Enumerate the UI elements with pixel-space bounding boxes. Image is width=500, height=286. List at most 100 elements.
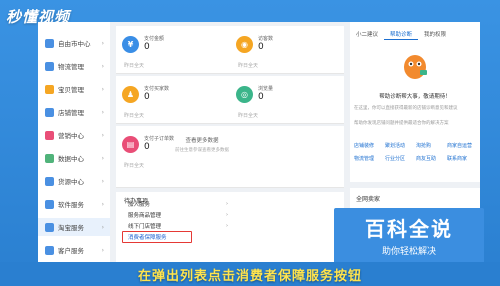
chevron-right-icon: › [101,108,104,116]
megaphone-icon [45,130,54,140]
menu-item-label: 线下门店管理 [128,223,162,230]
service-icon [45,222,54,232]
rank-title: 全网卖家 [356,196,381,203]
sidebar-item-data[interactable]: 数据中心 › [38,149,110,167]
chevron-right-icon: › [226,222,228,229]
stat-pageviews[interactable]: ◎ 浏览量 0 昨日全天 [230,84,340,120]
menu-item-join-service[interactable]: 加入服务 › [122,198,232,209]
mascot-icon [404,55,427,79]
highlight-box [122,231,192,243]
sidebar-item-label: 软件服务 [58,201,84,209]
sidebar-item-label: 客户服务 [58,247,84,255]
chevron-right-icon: › [101,246,104,254]
customer-icon [45,245,54,255]
buyer-icon: ♟ [122,86,139,103]
stat-visitors[interactable]: ◉ 访客数 0 昨日全天 [230,34,340,70]
badge-title: 百科全说 [365,217,453,241]
stat-label: 支付买家数 [144,86,170,92]
sidebar-item-label: 店铺管理 [58,109,84,117]
sidebar-item-label: 淘宝服务 [58,224,84,232]
stat-payment-amount[interactable]: ¥ 支付金额 0 昨日全天 [116,34,226,70]
chevron-right-icon: › [101,39,104,47]
chevron-right-icon: › [101,62,104,70]
sidebar-item-logistics[interactable]: 物流管理 › [38,57,110,75]
stat-label: 支付金额 [144,36,165,42]
sidebar-item-label: 宝贝管理 [58,86,84,94]
sidebar-item-taobao-service[interactable]: 淘宝服务 › [38,218,110,236]
video-frame: 秒懂视频 自由市中心 › 物流管理 › 宝贝管理 › 店铺管理 › 营销中心 ›… [0,0,500,286]
chevron-right-icon: › [101,154,104,162]
menu-item-label: 服务商品管理 [128,212,162,219]
link-item[interactable]: 商家自运营 [447,142,478,149]
sidebar-item-customer[interactable]: 客户服务 › [38,241,110,259]
stats-row-2: ♟ 支付买家数 0 昨日全天 ◎ 浏览量 0 昨日全天 [116,76,344,124]
welcome-text: 帮助诊断帮大事，敬请期待！ [379,94,451,100]
menu-item-offline-stores[interactable]: 线下门店管理 › [122,220,232,231]
stat-value: 0 [258,92,264,102]
link-item[interactable]: 店铺装修 [354,142,385,149]
tab-suggestions[interactable]: 小二建议 [350,28,384,40]
chevron-right-icon: › [101,85,104,93]
sidebar-item-label: 自由市中心 [58,40,91,48]
order-icon: ▤ [122,136,139,153]
sidebar-item-source[interactable]: 货源中心 › [38,172,110,190]
link-item[interactable]: 联系商家 [447,155,478,162]
link-item[interactable]: 淘抢购 [416,142,447,149]
more-data-title: 查看更多数据 [185,138,219,144]
link-item[interactable]: 行业分区 [385,155,416,162]
chevron-right-icon: › [226,211,228,218]
source-icon [45,176,54,186]
hint-text-1: 在这里，你可以直接获得最新的店铺诊断意见和建议 [354,106,458,111]
truck-icon [45,61,54,71]
box-icon [45,84,54,94]
stat-value: 0 [258,42,264,52]
sidebar-item-products[interactable]: 宝贝管理 › [38,80,110,98]
chevron-right-icon: › [101,131,104,139]
link-item[interactable]: 聚划活动 [385,142,416,149]
menu-item-label: 加入服务 [128,201,151,208]
home-icon [45,38,54,48]
stat-period: 昨日全天 [238,63,259,69]
stat-period: 昨日全天 [124,163,145,169]
right-panel: 小二建议 帮助诊断 我的权限 帮助诊断帮大事，敬请期待！ 在这里，你可以直接获得… [350,22,480,182]
subtitle-caption: 在弹出列表点击消费者保障服务按钮 [0,262,500,286]
shop-icon [45,107,54,117]
sidebar-item-home[interactable]: 自由市中心 › [38,34,110,52]
sidebar-item-software[interactable]: 软件服务 › [38,195,110,213]
chevron-right-icon: › [101,200,104,208]
chevron-right-icon: › [101,223,104,231]
tab-permissions[interactable]: 我的权限 [418,28,452,40]
currency-icon: ¥ [122,36,139,53]
visitor-icon: ◉ [236,36,253,53]
sidebar-item-label: 货源中心 [58,178,84,186]
hint-text-2: 帮助你发现店铺问题并提供最适合你的解决方案 [354,121,449,126]
badge-subtitle: 助你轻松解决 [381,247,436,257]
stats-row-1: ¥ 支付金额 0 昨日全天 ◉ 访客数 0 昨日全天 [116,26,344,74]
more-data-link[interactable]: 查看更多数据 前往生意参谋查看更多数据 [152,136,252,153]
stat-period: 昨日全天 [124,63,145,69]
tab-diagnosis[interactable]: 帮助诊断 [384,28,419,40]
menu-item-service-products[interactable]: 服务商品管理 › [122,209,232,220]
stat-label: 浏览量 [258,86,274,92]
eye-icon: ◎ [236,86,253,103]
right-tabs: 小二建议 帮助诊断 我的权限 [350,28,480,40]
stat-paying-buyers[interactable]: ♟ 支付买家数 0 昨日全天 [116,84,226,120]
chart-icon [45,153,54,163]
link-item[interactable]: 物流管理 [354,155,385,162]
sidebar-item-marketing[interactable]: 营销中心 › [38,126,110,144]
stat-value: 0 [144,142,150,152]
sidebar-item-label: 数据中心 [58,155,84,163]
stat-period: 昨日全天 [238,113,259,119]
app-icon [45,199,54,209]
link-item[interactable]: 商友互助 [416,155,447,162]
chevron-right-icon: › [226,200,228,207]
stat-value: 0 [144,42,150,52]
stat-label: 访客数 [258,36,274,42]
more-data-sub: 前往生意参谋查看更多数据 [175,148,229,153]
stat-value: 0 [144,92,150,102]
sidebar-item-shop[interactable]: 店铺管理 › [38,103,110,121]
sidebar-item-label: 物流管理 [58,63,84,71]
stat-period: 昨日全天 [124,113,145,119]
quick-links: 店铺装修 聚划活动 淘抢购 商家自运营 物流管理 行业分区 商友互助 联系商家 [354,142,478,162]
caption-text: 在弹出列表点击消费者保障服务按钮 [137,268,362,284]
